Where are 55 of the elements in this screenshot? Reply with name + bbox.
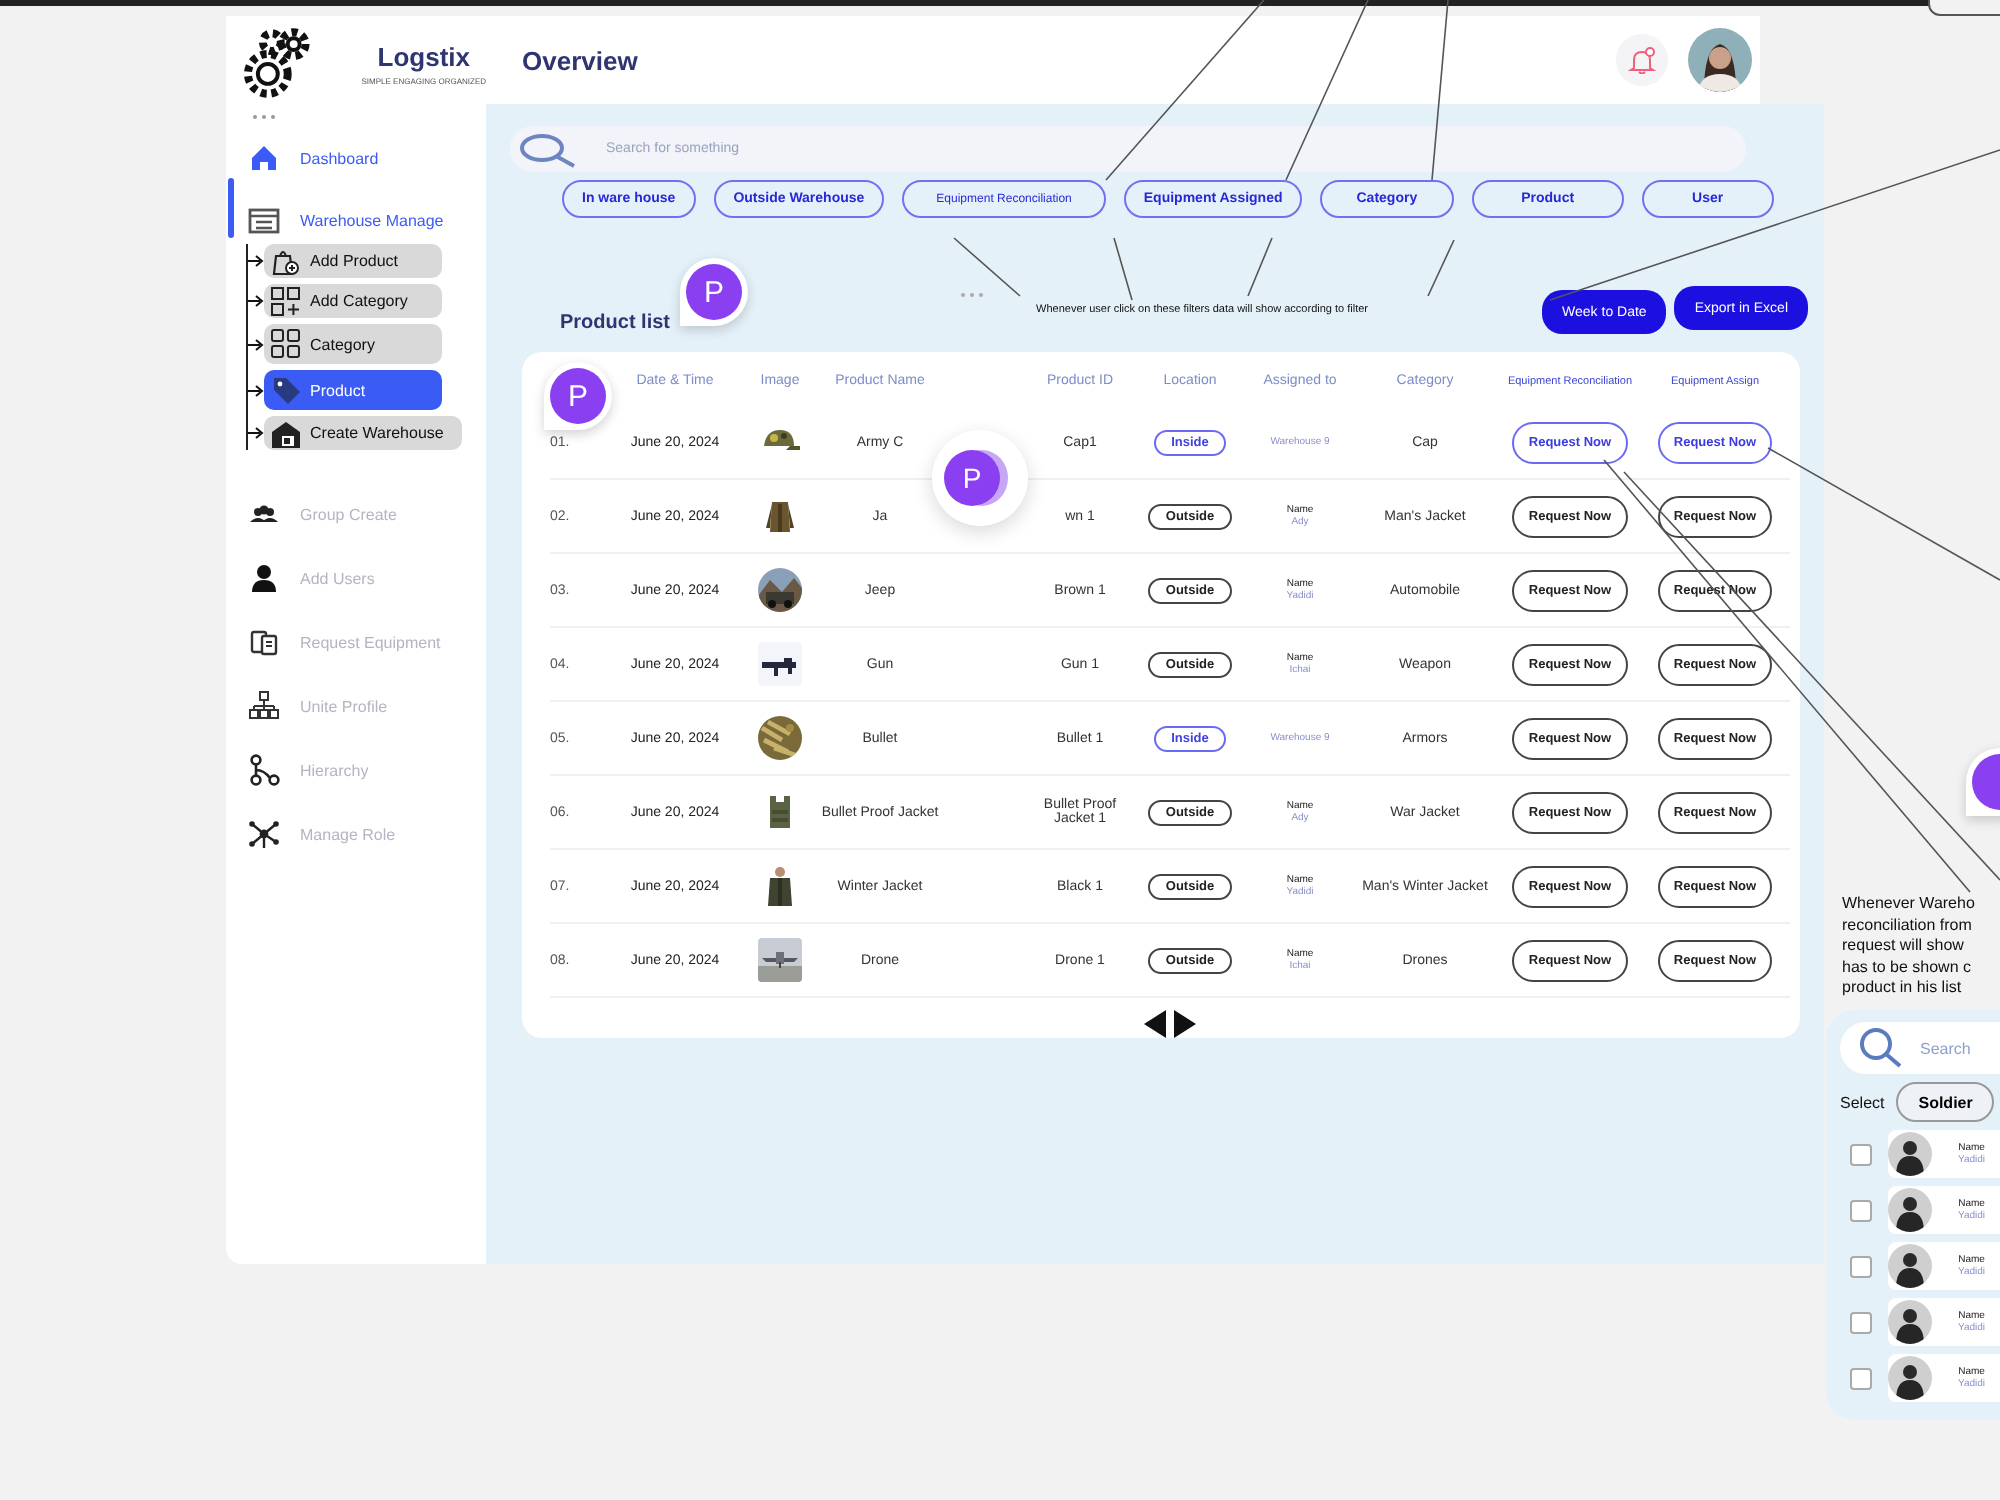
checkbox[interactable] (1850, 1143, 1872, 1165)
leader-line (1247, 237, 1273, 297)
submenu-item[interactable]: Add Category (264, 284, 442, 318)
documents-icon (248, 626, 280, 658)
leader-line (1427, 239, 1455, 297)
tree-arrow-icon (248, 426, 264, 440)
submenu-item[interactable]: Create Warehouse (264, 416, 462, 450)
bag-plus-icon (270, 245, 302, 277)
checkbox[interactable] (1850, 1199, 1872, 1221)
leader-line (1113, 237, 1133, 301)
warehouse-icon (248, 204, 280, 236)
tree-arrow-icon (248, 383, 264, 397)
tag-icon (270, 374, 302, 406)
home-icon (248, 142, 280, 174)
org-chart-icon (248, 690, 280, 722)
more-icon (960, 291, 985, 297)
network-icon (248, 818, 280, 850)
tree-arrow-icon (248, 337, 264, 351)
sidebar-item[interactable]: Dashboard (238, 126, 486, 190)
annotation-note: Whenever Wareho reconciliation from request will show has to be shown c product in his list (1842, 894, 1975, 999)
submenu-item[interactable]: Product (264, 370, 442, 410)
checkbox[interactable] (1850, 1367, 1872, 1389)
selection-bar (228, 178, 234, 238)
avatar (1888, 1300, 1932, 1344)
tree-arrow-icon (248, 254, 264, 268)
grid-icon (270, 328, 302, 360)
select-label: Select (1840, 1093, 1885, 1111)
avatar (1888, 1132, 1932, 1176)
submenu-item[interactable]: Category (264, 324, 442, 364)
hierarchy-icon (248, 754, 280, 786)
tree-arrow-icon (248, 294, 264, 308)
previous-icon[interactable] (1144, 1010, 1166, 1038)
garage-icon (270, 417, 302, 449)
page-title: Overview (522, 45, 640, 75)
search-icon (1856, 1026, 1904, 1070)
bell-icon (1628, 46, 1656, 74)
search-icon (518, 132, 578, 168)
checkbox[interactable] (1850, 1255, 1872, 1277)
avatar (1888, 1188, 1932, 1232)
avatar[interactable] (1688, 28, 1752, 92)
submenu-item[interactable]: Add Product (264, 244, 442, 278)
section-title: Product list (560, 311, 671, 333)
filter-chip[interactable]: Soldier (1896, 1082, 1995, 1122)
grid-plus-icon (270, 285, 302, 317)
next-icon[interactable] (1174, 1010, 1196, 1038)
checkbox[interactable] (1850, 1311, 1872, 1333)
leader-line (953, 237, 1021, 297)
avatar (1888, 1244, 1932, 1288)
avatar (1888, 1356, 1932, 1400)
sidebar-item[interactable]: Warehouse Manage (238, 196, 486, 244)
user-icon (248, 562, 280, 594)
notification-button[interactable] (1616, 34, 1668, 86)
search-field[interactable]: Search (1840, 1022, 2000, 1074)
more-icon (252, 114, 276, 120)
logo-title: Logstix (377, 42, 470, 72)
